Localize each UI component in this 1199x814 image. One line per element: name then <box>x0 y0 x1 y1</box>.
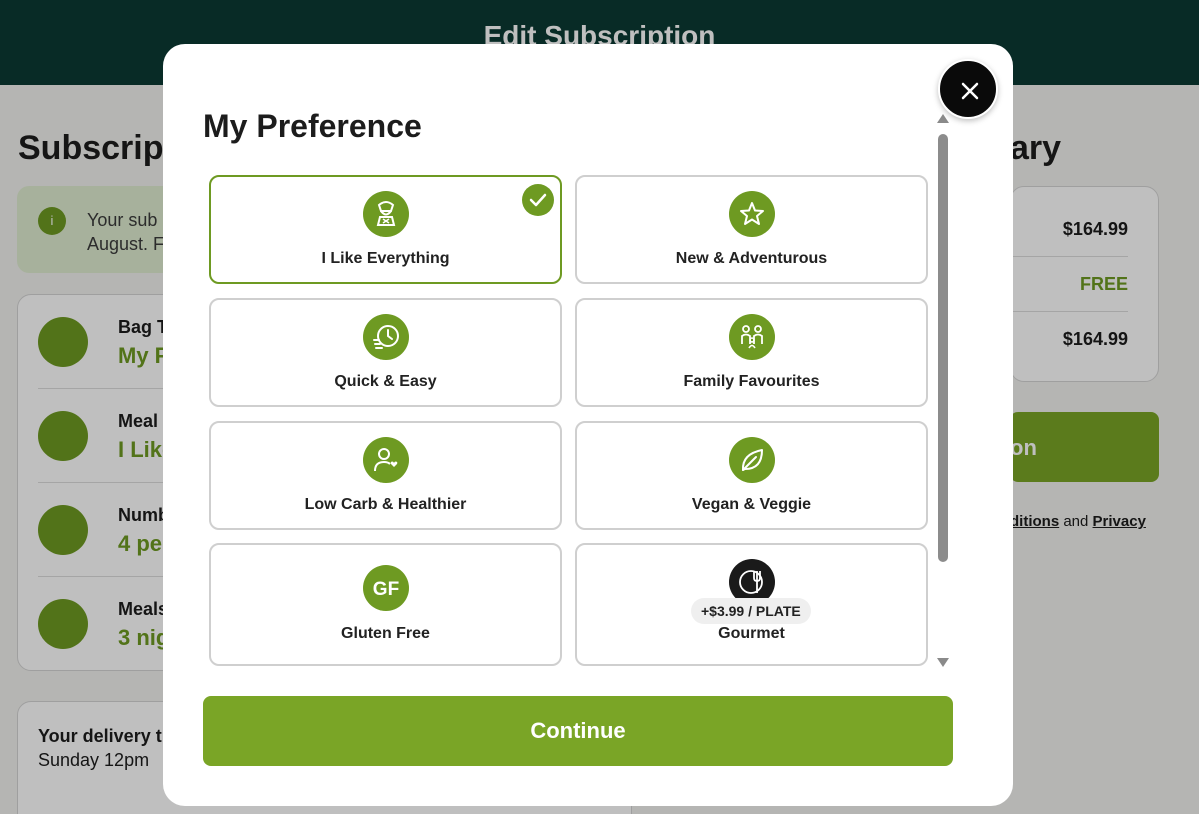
close-button[interactable] <box>938 59 998 119</box>
preference-label: Vegan & Veggie <box>691 496 812 513</box>
preference-option-vegan-veggie[interactable]: Vegan & Veggie <box>575 421 928 530</box>
preference-option-new-adventurous[interactable]: New & Adventurous <box>575 175 928 284</box>
gf-icon: GF <box>363 565 409 611</box>
preference-label: Family Favourites <box>683 373 820 390</box>
preference-option-low-carb-healthier[interactable]: Low Carb & Healthier <box>209 421 562 530</box>
continue-button[interactable]: Continue <box>203 696 953 766</box>
preference-option-i-like-everything[interactable]: I Like Everything <box>209 175 562 284</box>
scroll-down-arrow-icon[interactable] <box>937 658 949 667</box>
clock-icon <box>363 314 409 360</box>
star-icon <box>729 191 775 237</box>
price-badge: +$3.99 / PLATE <box>691 598 811 624</box>
close-icon <box>961 82 979 100</box>
scroll-up-arrow-icon[interactable] <box>937 114 949 123</box>
preference-label: Gluten Free <box>341 625 430 642</box>
preference-label: Low Carb & Healthier <box>304 496 467 513</box>
preference-option-gluten-free[interactable]: GF Gluten Free <box>209 543 562 666</box>
person-heart-icon <box>363 437 409 483</box>
preference-label: New & Adventurous <box>675 250 828 267</box>
preference-label: I Like Everything <box>321 250 450 267</box>
chef-icon <box>363 191 409 237</box>
leaf-icon <box>729 437 775 483</box>
preference-label: Gourmet <box>718 625 785 642</box>
family-icon <box>729 314 775 360</box>
preference-modal: My Preference I Like Everything New & Ad… <box>163 44 1013 806</box>
preference-label: Quick & Easy <box>334 373 437 390</box>
checkmark-icon <box>522 184 554 216</box>
scroll-thumb[interactable] <box>938 134 948 562</box>
preference-option-family-favourites[interactable]: Family Favourites <box>575 298 928 407</box>
gf-icon-text: GF <box>373 579 399 600</box>
preference-option-gourmet[interactable]: +$3.99 / PLATE Gourmet <box>575 543 928 666</box>
preference-option-quick-easy[interactable]: Quick & Easy <box>209 298 562 407</box>
modal-title: My Preference <box>203 108 422 144</box>
options-scrollbar[interactable] <box>935 112 951 670</box>
